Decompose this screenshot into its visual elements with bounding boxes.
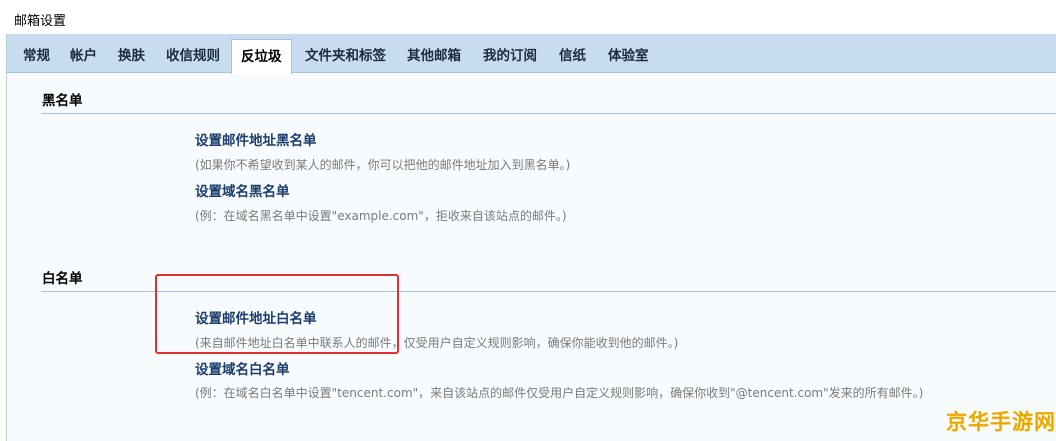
tab-stationery[interactable]: 信纸 xyxy=(553,40,592,72)
tab-general[interactable]: 常规 xyxy=(17,40,56,72)
tab-anti-spam[interactable]: 反垃圾 xyxy=(231,39,292,74)
blacklist-divider xyxy=(41,113,1056,114)
whitelist-domain-hint: (例：在域名白名单中设置"tencent.com"，来自该站点的邮件仅受用户自定… xyxy=(195,386,924,400)
blacklist-domain-link[interactable]: 设置域名黑名单 xyxy=(195,180,290,200)
tab-subscriptions[interactable]: 我的订阅 xyxy=(477,40,543,72)
whitelist-title: 白名单 xyxy=(42,271,83,287)
blacklist-address-hint: (如果你不希望收到某人的邮件，你可以把他的邮件地址加入到黑名单。) xyxy=(195,158,571,172)
tab-mail-rules[interactable]: 收信规则 xyxy=(160,40,226,72)
tab-folders-labels[interactable]: 文件夹和标签 xyxy=(299,40,392,72)
blacklist-address-link[interactable]: 设置邮件地址黑名单 xyxy=(195,129,317,149)
settings-panel: 常规 帐户 换肤 收信规则 反垃圾 文件夹和标签 其他邮箱 我的订阅 信纸 体验… xyxy=(6,34,1056,441)
tab-skin[interactable]: 换肤 xyxy=(112,40,151,72)
site-watermark: 京华手游网 xyxy=(946,410,1056,434)
blacklist-title: 黑名单 xyxy=(42,93,83,109)
tab-labs[interactable]: 体验室 xyxy=(602,40,655,72)
anti-spam-content: 黑名单 设置邮件地址黑名单 (如果你不希望收到某人的邮件，你可以把他的邮件地址加… xyxy=(7,73,1056,441)
tab-other-mailboxes[interactable]: 其他邮箱 xyxy=(401,40,467,72)
whitelist-domain-link[interactable]: 设置域名白名单 xyxy=(195,358,290,378)
tab-account[interactable]: 帐户 xyxy=(64,40,103,72)
settings-tabbar: 常规 帐户 换肤 收信规则 反垃圾 文件夹和标签 其他邮箱 我的订阅 信纸 体验… xyxy=(7,34,1056,74)
page-title: 邮箱设置 xyxy=(14,14,67,29)
highlight-annotation-box xyxy=(155,274,399,354)
blacklist-domain-hint: (例：在域名黑名单中设置"example.com"，拒收来自该站点的邮件。) xyxy=(195,209,567,223)
